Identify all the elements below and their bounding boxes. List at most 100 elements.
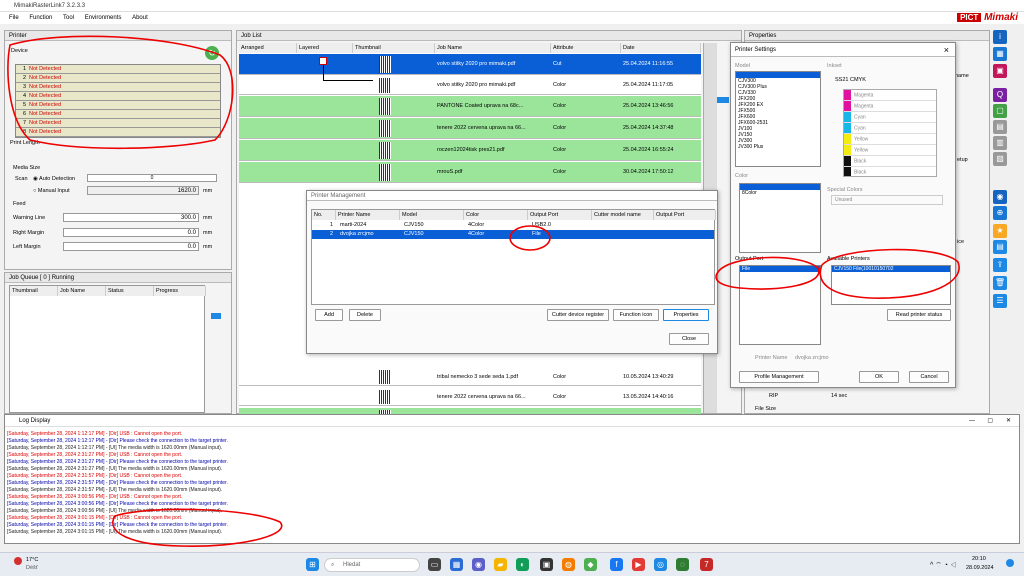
youtube-icon[interactable]: ▶ [632,558,645,571]
search-box[interactable]: ⌕ Hledat [324,558,420,572]
settings-icon[interactable]: ▨ [993,152,1007,166]
target-icon[interactable]: ⊕ [993,206,1007,220]
trash-icon[interactable]: 🗑 [993,276,1007,290]
menu-about[interactable]: About [132,15,148,21]
firefox-icon[interactable]: ◍ [562,558,575,571]
printer-row[interactable]: 1 marti-2024 CJV150 4Color USB2.0 [312,221,714,230]
printer-tab[interactable]: Printer [5,31,231,41]
add-printer-button[interactable]: Add [315,309,343,321]
maximize-icon[interactable]: ▢ [987,415,993,427]
printer-row[interactable]: 2 dvojka zrcjmo CJV150 4Color File [312,230,714,239]
printer-slot-row[interactable]: 5 Not Detected [16,101,220,110]
job-row[interactable]: volvo stitky 2020 pro mimaki.pdf Color 25.… [239,76,701,95]
explorer-icon[interactable]: ▰ [494,558,507,571]
printer-slot-row[interactable]: 4 Not Detected [16,92,220,101]
warning-line-input[interactable]: 300.0 [63,213,199,222]
manual-width-input[interactable]: 1620.0 [87,186,199,195]
cutter-register-button[interactable]: Cutter device register [547,309,609,321]
edge-icon[interactable]: ◐ [516,558,529,571]
printer-slot-row[interactable]: 8 Not Detected [16,128,220,137]
printer-slot-row[interactable]: 1 Not Detected [16,65,220,74]
print-icon[interactable]: ▤ [993,120,1007,134]
menu-tool[interactable]: Tool [63,15,74,21]
job-row[interactable]: PANTONE Coated uprava na 68c... Color 25.0… [239,96,701,117]
facebook-icon[interactable]: f [610,558,623,571]
col-date[interactable]: Date [621,43,701,53]
manual-input-radio[interactable]: ○ Manual Input [33,188,70,194]
copy-icon[interactable]: ▢ [993,104,1007,118]
cancel-button[interactable]: Cancel [909,371,949,383]
menu-environments[interactable]: Environments [85,15,122,21]
right-margin-input[interactable]: 0.0 [63,228,199,237]
queue-col-status[interactable]: Status [106,286,154,296]
job-list-arrow-icon[interactable] [717,97,729,103]
profile-management-button[interactable]: Profile Management [739,371,819,383]
col-job-name[interactable]: Job Name [435,43,551,53]
info-icon[interactable]: i [993,30,1007,44]
store-icon[interactable]: ▣ [540,558,553,571]
model-option[interactable]: JV300 Plus [736,144,820,150]
auto-detection-radio[interactable]: ◉ Auto Detection [33,176,75,182]
printer-slot-row[interactable]: 2 Not Detected [16,74,220,83]
close-icon[interactable]: ✕ [1006,415,1011,427]
job-row[interactable]: volvo stitky 2020 pro mimaki.pdf Cut 25.04… [239,54,701,75]
output-port-list[interactable]: File [739,265,821,345]
refresh-icon[interactable]: ↻ [205,46,219,60]
menu-file[interactable]: File [9,15,19,21]
job-row[interactable]: mrouS.pdf Color 30.04.2024 17:50:12 [239,162,701,183]
job-row[interactable]: roczen12024tisk pres21.pdf Color 25.04.202… [239,140,701,161]
q-icon[interactable]: Q [993,88,1007,102]
start-icon[interactable]: ⊞ [306,558,319,571]
delete-printer-button[interactable]: Delete [349,309,381,321]
menu-function[interactable]: Function [29,15,52,21]
queue-col-thumbnail[interactable]: Thumbnail [10,286,58,296]
export-icon[interactable]: ⇪ [993,258,1007,272]
app-icon-2[interactable]: ◎ [654,558,667,571]
properties-tab[interactable]: Properties [745,31,989,41]
job-row[interactable]: tribal nemecko 3 sede seda 1.pdf Color 10.… [239,368,701,386]
minimize-icon[interactable]: — [969,415,975,427]
scan-slider[interactable]: 0 [87,174,217,182]
ok-button[interactable]: OK [859,371,899,383]
col-attribute[interactable]: Attribute [551,43,621,53]
close-button[interactable]: Close [669,333,709,345]
color-list[interactable]: 8Color [739,183,821,253]
queue-col-job-name[interactable]: Job Name [58,286,106,296]
color-option[interactable]: 8Color [740,190,820,196]
tool-icon[interactable]: ▥ [993,136,1007,150]
layout-icon[interactable]: ▣ [993,64,1007,78]
left-margin-input[interactable]: 0.0 [63,242,199,251]
job-row[interactable]: tenere 2022 cervena uprava na 66... Color… [239,388,701,406]
notification-icon[interactable] [1006,559,1014,567]
file-icon[interactable]: ▤ [993,240,1007,254]
printer-slot-row[interactable]: 7 Not Detected [16,119,220,128]
job-row[interactable]: tenere 2022 cervena uprava na 66... Color… [239,118,701,139]
col-arranged[interactable]: Arranged [239,43,297,53]
close-icon[interactable]: × [944,43,949,57]
teams-icon[interactable]: ◉ [472,558,485,571]
whatsapp-icon[interactable]: ◌ [676,558,689,571]
tray-icons[interactable]: ^ ⌔ ◔ ◁ [930,561,957,570]
star-icon[interactable]: ★ [993,224,1007,238]
printer-slot-row[interactable]: 6 Not Detected [16,110,220,119]
grid-icon[interactable]: ▦ [993,47,1007,61]
printer-slot-row[interactable]: 3 Not Detected [16,83,220,92]
widgets-icon[interactable]: ▦ [450,558,463,571]
col-thumbnail[interactable]: Thumbnail [353,43,435,53]
read-printer-status-button[interactable]: Read printer status [887,309,951,321]
available-printers-list[interactable]: CJV150 File(10010150702 [831,265,951,305]
palette-icon[interactable]: ◉ [993,190,1007,204]
queue-arrow-icon[interactable] [211,313,221,319]
model-list[interactable]: CJV300 CJV300 Plus CJV330 JFX200 JFX200 EX JF… [735,71,821,167]
function-icon-button[interactable]: Function icon [613,309,659,321]
available-printer-selected[interactable]: CJV150 File(10010150702 [832,266,950,272]
rasterlink-icon[interactable]: 7 [700,558,713,571]
list-icon[interactable]: ☰ [993,294,1007,308]
app-icon-1[interactable]: ◆ [584,558,597,571]
task-view-icon[interactable]: ▭ [428,558,441,571]
special-colors-select[interactable]: Unused [831,195,943,205]
output-port-selected[interactable]: File [740,266,820,272]
properties-button[interactable]: Properties [663,309,709,321]
job-list-tab[interactable]: Job List [237,31,741,41]
col-layered[interactable]: Layered [297,43,353,53]
